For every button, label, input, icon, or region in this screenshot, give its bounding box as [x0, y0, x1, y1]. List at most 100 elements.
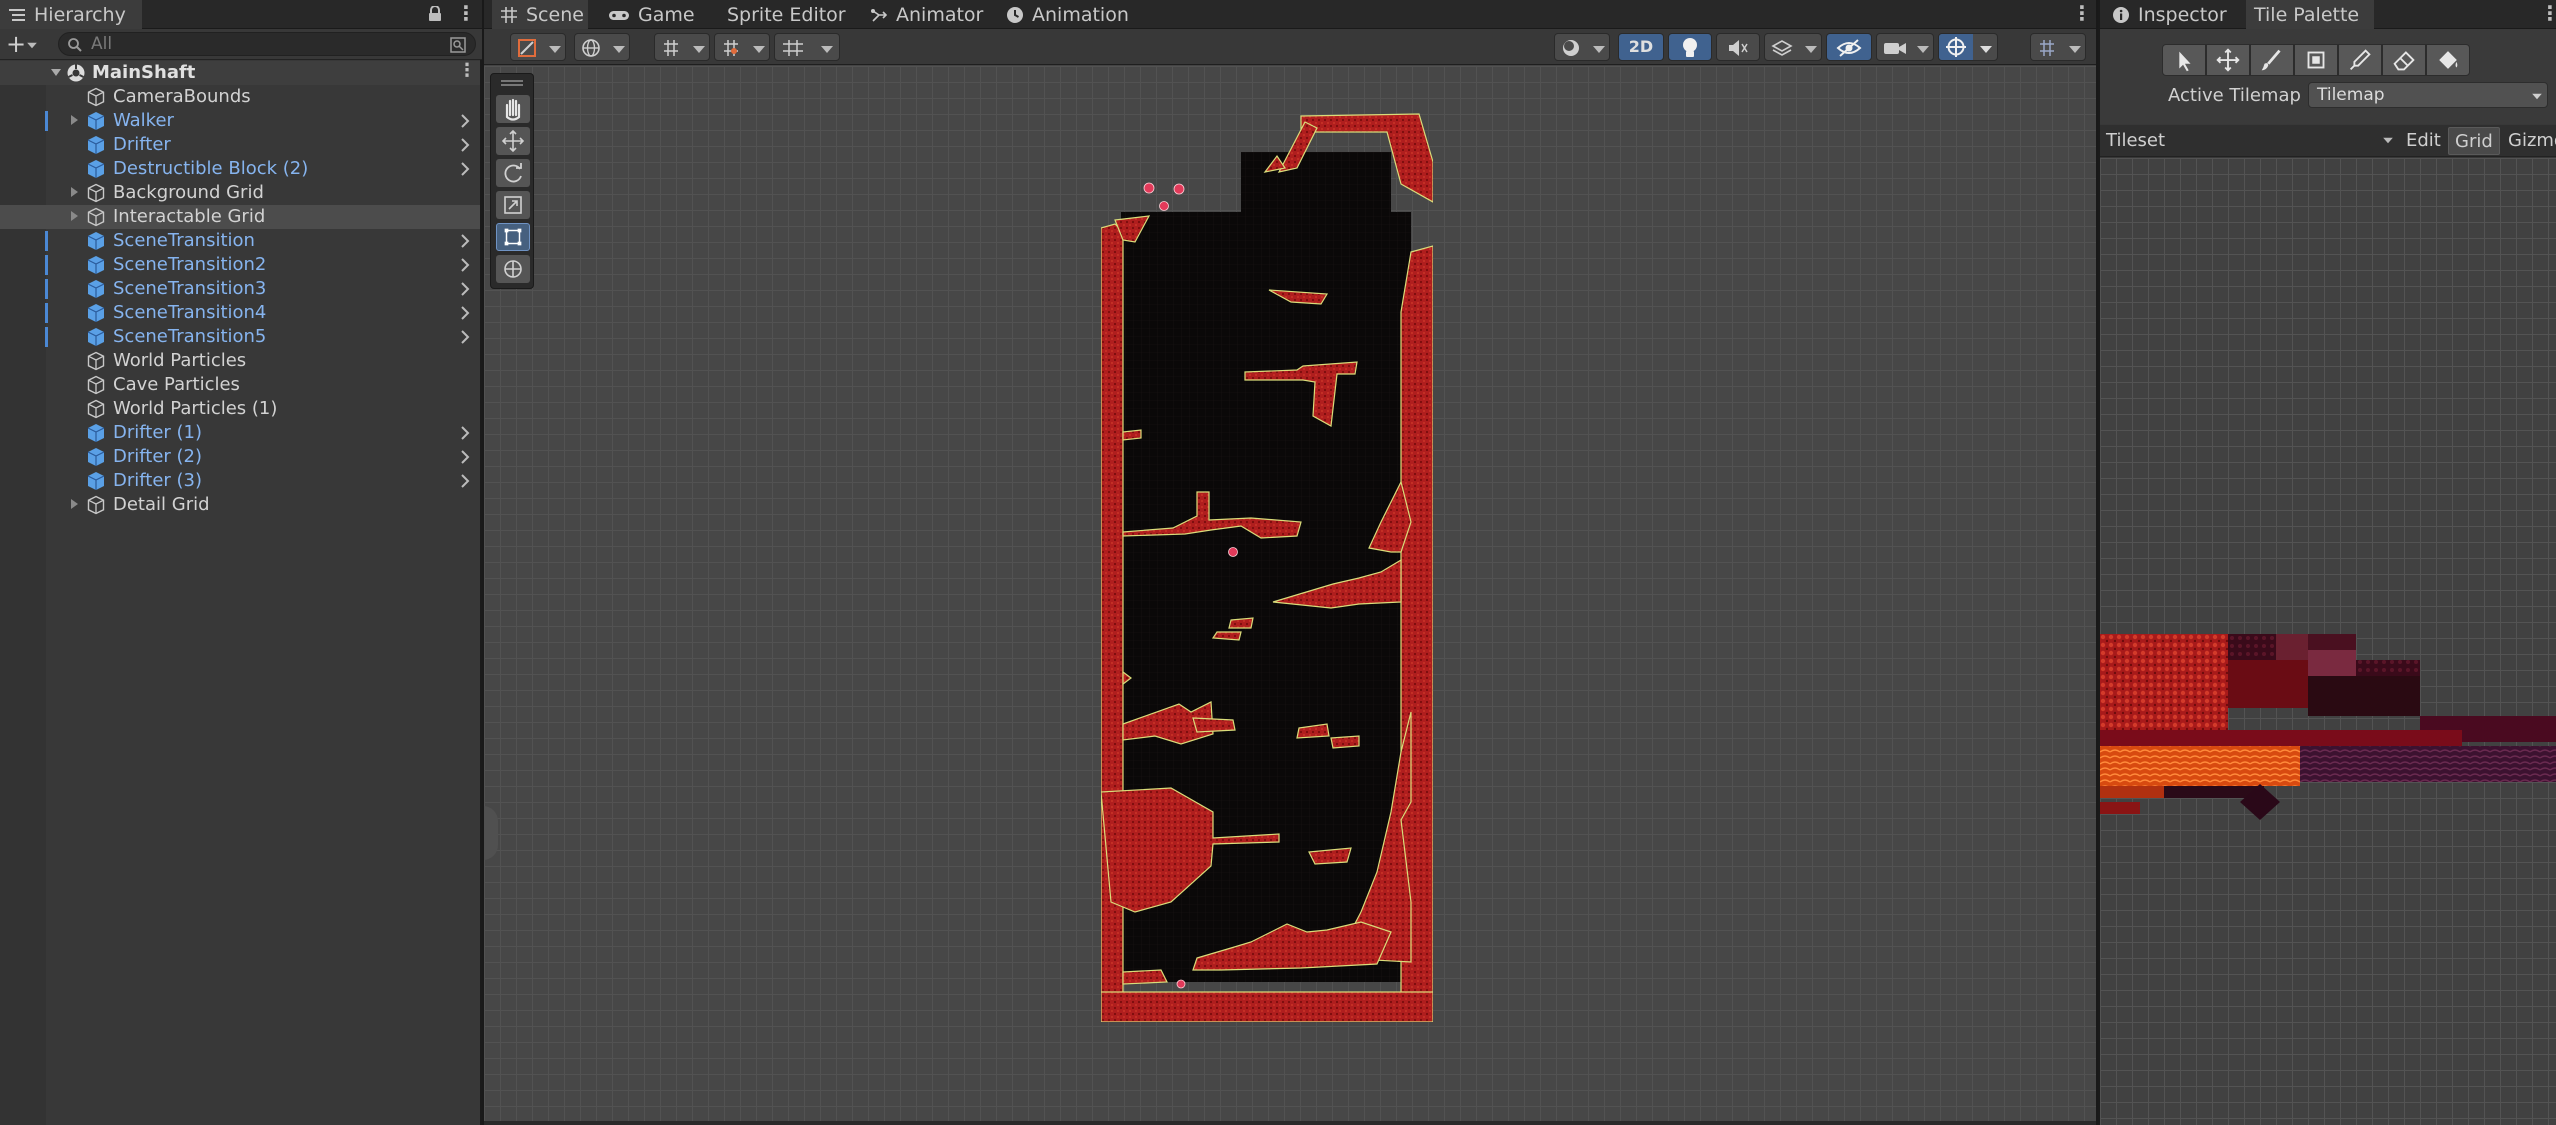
hierarchy-item[interactable]: Detail Grid [0, 493, 480, 517]
open-prefab-chevron-icon[interactable] [458, 305, 472, 321]
open-prefab-chevron-icon[interactable] [458, 281, 472, 297]
palette-dropdown-icon[interactable] [2383, 137, 2393, 144]
palette-dropdown[interactable]: Tileset [2106, 130, 2165, 151]
scene-menu-icon[interactable]: ⋮ [458, 60, 476, 81]
hierarchy-item[interactable]: SceneTransition5 [0, 325, 480, 349]
scale-tool-button[interactable] [496, 191, 530, 219]
fill-bucket-button[interactable] [2426, 44, 2470, 76]
gizmos-toggle[interactable]: Gizmos [2502, 127, 2556, 155]
tab-sprite-editor[interactable]: Sprite Editor [727, 0, 846, 29]
rotate-tool-button[interactable] [496, 159, 530, 187]
scene-visibility-toggle[interactable] [1826, 33, 1872, 61]
overlay-drag-handle[interactable] [501, 80, 523, 82]
hierarchy-item[interactable]: World Particles [0, 349, 480, 373]
audio-toggle[interactable] [1716, 33, 1760, 61]
hierarchy-item[interactable]: World Particles (1) [0, 397, 480, 421]
hierarchy-item[interactable]: Drifter (1) [0, 421, 480, 445]
scene-menu-icon[interactable]: ⋮ [2072, 1, 2092, 25]
open-prefab-chevron-icon[interactable] [458, 329, 472, 345]
scene-name: MainShaft [92, 62, 196, 83]
right-panel-menu-icon[interactable]: ⋮ [2540, 1, 2556, 25]
camera-button[interactable] [1876, 33, 1934, 61]
picker-button[interactable] [2338, 44, 2382, 76]
gizmos-toggle[interactable] [1939, 34, 1973, 60]
overlay-collapse-handle[interactable] [484, 806, 498, 860]
render-mode-button[interactable] [1554, 33, 1610, 61]
hierarchy-item[interactable]: SceneTransition4 [0, 301, 480, 325]
tab-tile-palette[interactable]: Tile Palette [2246, 0, 2374, 29]
hierarchy-item[interactable]: Drifter (2) [0, 445, 480, 469]
hand-tool-button[interactable] [496, 95, 530, 123]
open-prefab-chevron-icon[interactable] [458, 161, 472, 177]
open-prefab-chevron-icon[interactable] [458, 113, 472, 129]
paint-brush-button[interactable] [2250, 44, 2294, 76]
tab-inspector[interactable]: Inspector [2108, 0, 2227, 29]
hierarchy-menu-icon[interactable]: ⋮ [456, 1, 476, 25]
2d-mode-button[interactable]: 2D [1618, 33, 1664, 61]
collapsed-arrow-icon[interactable] [68, 210, 80, 222]
tab-scene[interactable]: Scene [492, 0, 588, 29]
search-input[interactable]: All [58, 32, 476, 56]
collapsed-arrow-icon[interactable] [68, 114, 80, 126]
draw-mode-button[interactable] [510, 33, 566, 61]
open-prefab-chevron-icon[interactable] [458, 233, 472, 249]
hierarchy-item[interactable]: SceneTransition2 [0, 253, 480, 277]
select-tool-button[interactable] [2162, 44, 2206, 76]
open-prefab-chevron-icon[interactable] [458, 137, 472, 153]
hierarchy-item[interactable]: Cave Particles [0, 373, 480, 397]
increment-snap-button[interactable] [714, 33, 770, 61]
collapsed-arrow-icon[interactable] [68, 186, 80, 198]
layers-button[interactable] [2030, 33, 2086, 61]
hierarchy-item[interactable]: Destructible Block (2) [0, 157, 480, 181]
lighting-toggle[interactable] [1668, 33, 1712, 61]
move-tool-button[interactable] [496, 127, 530, 155]
grid-visibility-button[interactable] [774, 33, 840, 61]
tilemap-level-view[interactable] [1101, 112, 1433, 1022]
increment-snap-dropdown-icon [753, 46, 765, 53]
rect-tool-button[interactable] [496, 223, 530, 251]
collapsed-arrow-icon[interactable] [68, 498, 80, 510]
hierarchy-item[interactable]: Walker [0, 109, 480, 133]
move-tool-button[interactable] [2206, 44, 2250, 76]
hierarchy-item[interactable]: SceneTransition3 [0, 277, 480, 301]
tab-animation[interactable]: Animation [1006, 0, 1129, 29]
palette-grid[interactable] [2100, 158, 2556, 1125]
hierarchy-item[interactable]: CameraBounds [0, 85, 480, 109]
hierarchy-item[interactable]: Drifter (3) [0, 469, 480, 493]
gizmos-button[interactable] [1938, 33, 1998, 61]
hierarchy-item[interactable]: Interactable Grid [0, 205, 480, 229]
active-tilemap-dropdown[interactable]: Tilemap [2308, 82, 2548, 108]
search-by-type-icon[interactable] [449, 36, 467, 54]
add-button[interactable]: + [6, 30, 26, 58]
grid-visibility-dropdown-icon [821, 46, 833, 53]
open-prefab-chevron-icon[interactable] [458, 473, 472, 489]
grid-snapping-button[interactable] [654, 33, 710, 61]
scene-viewport[interactable] [484, 66, 2096, 1125]
transform-tool-button[interactable] [496, 255, 530, 283]
eraser-button[interactable] [2382, 44, 2426, 76]
open-prefab-chevron-icon[interactable] [458, 449, 472, 465]
tileset-tiles[interactable] [2100, 634, 2556, 874]
hierarchy-item[interactable]: Drifter [0, 133, 480, 157]
open-prefab-chevron-icon[interactable] [458, 425, 472, 441]
tab-hierarchy[interactable]: Hierarchy [0, 0, 142, 29]
tab-animator[interactable]: Animator [870, 0, 983, 29]
grid-toggle[interactable]: Grid [2448, 127, 2500, 155]
hierarchy-item[interactable]: Background Grid [0, 181, 480, 205]
open-prefab-chevron-icon[interactable] [458, 257, 472, 273]
lock-icon[interactable] [428, 6, 442, 22]
box-fill-button[interactable] [2294, 44, 2338, 76]
hierarchy-item[interactable]: SceneTransition [0, 229, 480, 253]
gameobject-cube-icon [87, 351, 105, 371]
scene-panel: Scene Game Sprite Editor Animator Animat… [484, 0, 2096, 1125]
add-dropdown-icon[interactable] [27, 42, 37, 49]
tab-game[interactable]: Game [608, 0, 695, 29]
box-fill-icon [2307, 51, 2325, 69]
scene-tabbar: Scene Game Sprite Editor Animator Animat… [484, 0, 2096, 29]
edit-button[interactable]: Edit [2400, 127, 2447, 155]
effects-button[interactable] [1764, 33, 1822, 61]
scene-row-mainshaft[interactable]: MainShaft ⋮ [0, 60, 480, 85]
expanded-arrow-icon[interactable] [50, 66, 62, 78]
hierarchy-item-label: Detail Grid [113, 494, 210, 515]
global-local-button[interactable] [574, 33, 630, 61]
